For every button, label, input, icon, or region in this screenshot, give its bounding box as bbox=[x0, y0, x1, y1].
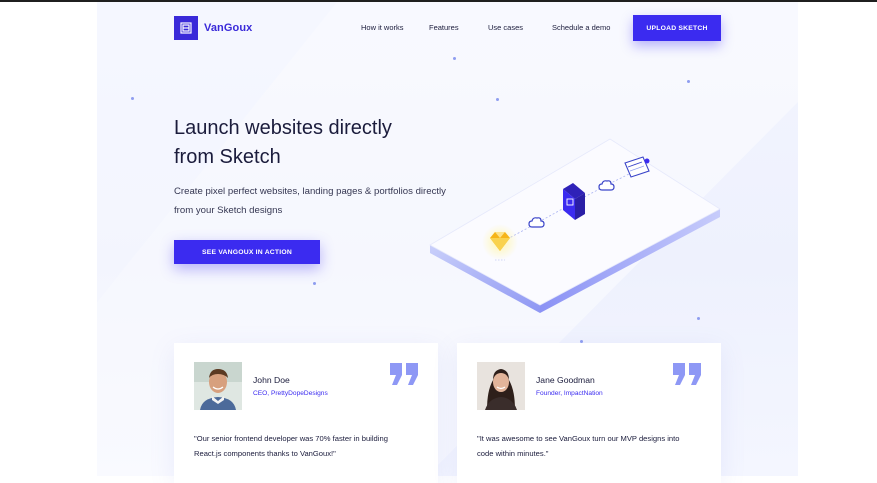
decor-dot bbox=[313, 282, 316, 285]
decor-dot bbox=[496, 98, 499, 101]
isometric-illustration bbox=[429, 138, 721, 313]
vangoux-logo-icon bbox=[174, 16, 198, 40]
decor-dot bbox=[131, 97, 134, 100]
decor-dot bbox=[687, 80, 690, 83]
testimonial-quote: "It was awesome to see VanGoux turn our … bbox=[477, 431, 707, 461]
person-role: CEO, PrettyDopeDesigns bbox=[253, 390, 328, 397]
upload-sketch-button[interactable]: UPLOAD SKETCH bbox=[633, 15, 721, 41]
quote-icon bbox=[390, 363, 418, 385]
hero-title: Launch websites directly from Sketch bbox=[174, 114, 454, 172]
see-vangoux-in-action-button[interactable]: SEE VANGOUX IN ACTION bbox=[174, 240, 320, 264]
nav-link-schedule-demo[interactable]: Schedule a demo bbox=[552, 23, 610, 32]
quote-line: React.js components thanks to VanGoux!" bbox=[194, 449, 336, 458]
testimonial-quote: "Our senior frontend developer was 70% f… bbox=[194, 431, 424, 461]
platform-top bbox=[429, 138, 721, 306]
nav-link-features[interactable]: Features bbox=[429, 23, 459, 32]
quote-line: "Our senior frontend developer was 70% f… bbox=[194, 434, 388, 443]
testimonial-card: Jane Goodman Founder, ImpactNation "It w… bbox=[457, 343, 721, 483]
person-name: Jane Goodman bbox=[536, 375, 595, 385]
quote-line: "It was awesome to see VanGoux turn our … bbox=[477, 434, 680, 443]
hero-title-line: Launch websites directly bbox=[174, 117, 392, 139]
quote-line: code within minutes." bbox=[477, 449, 549, 458]
brand-name: VanGoux bbox=[204, 22, 253, 34]
avatar bbox=[194, 362, 242, 410]
brand-logo[interactable]: VanGoux bbox=[174, 16, 252, 40]
sketch-diamond-icon bbox=[482, 224, 518, 261]
quote-icon bbox=[673, 363, 701, 385]
person-name: John Doe bbox=[253, 375, 290, 385]
nav-link-use-cases[interactable]: Use cases bbox=[488, 23, 523, 32]
testimonial-card: John Doe CEO, PrettyDopeDesigns "Our sen… bbox=[174, 343, 438, 483]
nav-link-how-it-works[interactable]: How it works bbox=[361, 23, 404, 32]
hero-title-line: from Sketch bbox=[174, 146, 281, 168]
decor-dot bbox=[453, 57, 456, 60]
avatar bbox=[477, 362, 525, 410]
person-role: Founder, ImpactNation bbox=[536, 390, 603, 397]
